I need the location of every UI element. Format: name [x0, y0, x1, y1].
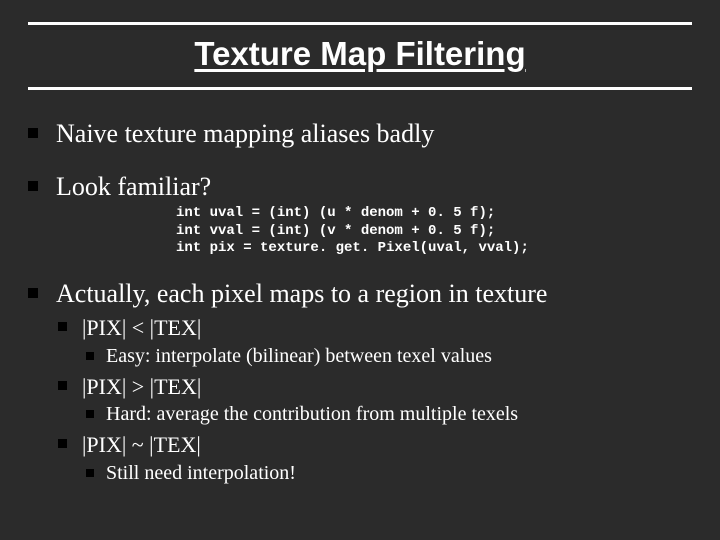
- bullet-item: Naive texture mapping aliases badly: [28, 118, 692, 151]
- slide: Texture Map Filtering Naive texture mapp…: [0, 0, 720, 540]
- sub-sub-list: Still need interpolation!: [82, 461, 692, 486]
- sub-sub-list: Easy: interpolate (bilinear) between tex…: [82, 344, 692, 369]
- sub-item: |PIX| ~ |TEX| Still need interpolation!: [56, 431, 692, 486]
- sub-sub-text: Easy: interpolate (bilinear) between tex…: [106, 345, 492, 367]
- sub-item: |PIX| < |TEX| Easy: interpolate (bilinea…: [56, 314, 692, 369]
- sub-sub-text: Still need interpolation!: [106, 462, 296, 484]
- sub-sub-item: Still need interpolation!: [82, 461, 692, 486]
- bullet-text: Look familiar?: [56, 172, 211, 201]
- bullet-item: Actually, each pixel maps to a region in…: [28, 278, 692, 486]
- sub-sub-list: Hard: average the contribution from mult…: [82, 402, 692, 427]
- sub-list: |PIX| < |TEX| Easy: interpolate (bilinea…: [56, 314, 692, 486]
- sub-sub-text: Hard: average the contribution from mult…: [106, 403, 518, 425]
- bullet-list: Naive texture mapping aliases badly Look…: [28, 118, 692, 486]
- code-block: int uval = (int) (u * denom + 0. 5 f); i…: [176, 205, 692, 258]
- bullet-text: Actually, each pixel maps to a region in…: [56, 279, 547, 308]
- sub-sub-item: Easy: interpolate (bilinear) between tex…: [82, 344, 692, 369]
- sub-item: |PIX| > |TEX| Hard: average the contribu…: [56, 373, 692, 428]
- bullet-item: Look familiar? int uval = (int) (u * den…: [28, 171, 692, 258]
- sub-sub-item: Hard: average the contribution from mult…: [82, 402, 692, 427]
- sub-text: |PIX| ~ |TEX|: [82, 432, 201, 457]
- sub-text: |PIX| > |TEX|: [82, 374, 201, 399]
- slide-title: Texture Map Filtering: [194, 35, 525, 72]
- bullet-text: Naive texture mapping aliases badly: [56, 119, 434, 148]
- sub-text: |PIX| < |TEX|: [82, 315, 201, 340]
- title-block: Texture Map Filtering: [28, 22, 692, 90]
